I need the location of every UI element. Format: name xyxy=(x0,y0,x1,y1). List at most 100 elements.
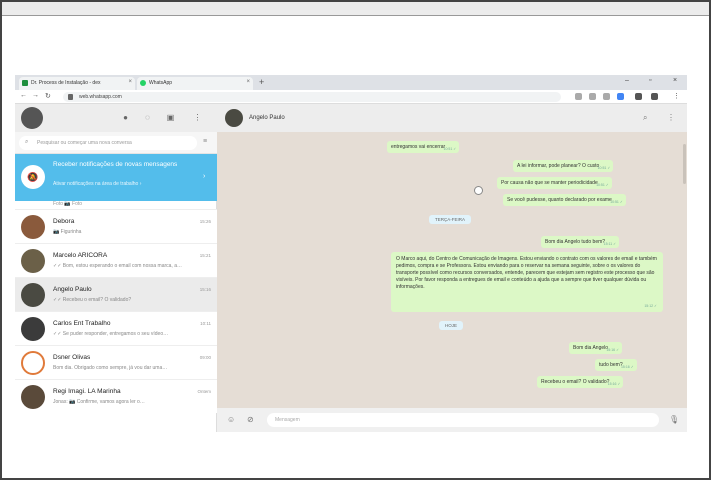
notification-bell-icon: 🔕 xyxy=(21,165,45,189)
new-tab-icon[interactable]: + xyxy=(259,77,264,87)
screenshot-frame: Dr. Process de Instalação - dex × WhatsA… xyxy=(0,0,711,480)
browser-menu-icon[interactable]: ⋮ xyxy=(673,92,680,100)
user-avatar[interactable] xyxy=(21,107,43,129)
message-bubble: O Marco aqui, do Centro de Comunicação d… xyxy=(391,252,663,312)
chat-preview: Jonas: 📷 Confirme, vamos agora ler o… xyxy=(53,399,145,405)
chat-time: Ontem xyxy=(197,389,211,394)
message-time: 15:16 ✓ xyxy=(606,348,620,352)
maximize-icon[interactable]: ▫ xyxy=(649,77,651,84)
chat-preview: ✓✓ Recebeu o email? O validado? xyxy=(53,297,132,303)
search-placeholder: Pesquisar ou começar uma nova conversa xyxy=(37,140,132,146)
whatsapp-favicon-icon xyxy=(140,80,146,86)
tab-close-icon[interactable]: × xyxy=(128,79,132,85)
list-item[interactable]: Dsner Olivas Bom dia. Obrigado como semp… xyxy=(15,345,217,379)
chat-name: Carlos Ent Trabalho xyxy=(53,320,111,327)
message-composer: ☺ ⊘ Mensagem 🎙 xyxy=(217,408,687,432)
avatar xyxy=(21,283,45,307)
browser-screenshot: Dr. Process de Instalação - dex × WhatsA… xyxy=(15,75,687,432)
search-icon: ⌕ xyxy=(25,139,29,145)
chat-time: 10:11 xyxy=(200,321,211,326)
day-separator: TERÇA-FEIRA xyxy=(429,215,472,224)
notification-banner[interactable]: 🔕 Receber notificações de novas mensagen… xyxy=(15,154,217,201)
search-icon[interactable]: ⌕ xyxy=(643,113,647,123)
message-bubble: Recebeu o email? O validado? 15:16 ✓ xyxy=(537,376,624,388)
conversation-header: Angelo Paulo ⌕ ⋮ xyxy=(217,104,687,132)
minimize-icon[interactable]: – xyxy=(625,77,629,84)
list-item[interactable]: Angelo Paulo ✓✓ Recebeu o email? O valid… xyxy=(15,277,217,311)
menu-icon[interactable]: ⋮ xyxy=(193,113,202,122)
microphone-icon[interactable]: 🎙 xyxy=(669,415,679,424)
list-item[interactable]: Regi Imagi. LA Marinha Jonas: 📷 Confirme… xyxy=(15,379,217,413)
message-bubble: Se você pudesse, quanto declarado por ex… xyxy=(503,194,626,206)
message-input[interactable]: Mensagem xyxy=(267,413,659,427)
reload-icon[interactable]: ↻ xyxy=(45,92,51,100)
chat-time: 15:21 xyxy=(199,253,211,258)
chat-name: Angelo Paulo xyxy=(53,286,92,293)
message-bubble: A lei informar, pode planear? O custo 10… xyxy=(513,160,614,172)
chat-time: 09:00 xyxy=(199,355,211,360)
conversation-panel: Angelo Paulo ⌕ ⋮ entregamos vai encerrar… xyxy=(217,104,687,432)
address-bar[interactable]: web.whatsapp.com xyxy=(63,92,561,102)
profile-icon[interactable] xyxy=(651,93,658,100)
browser-toolbar: ← → ↻ web.whatsapp.com ⋮ xyxy=(15,90,687,104)
chat-preview-partial: Foto 📷 Foto xyxy=(53,201,83,207)
menu-icon[interactable]: ⋮ xyxy=(667,113,675,122)
tab-close-icon[interactable]: × xyxy=(246,79,250,85)
emoji-icon[interactable]: ☺ xyxy=(227,415,235,424)
list-item[interactable]: Marcelo ARICORA ✓✓ Bom, estou esperando … xyxy=(15,243,217,277)
contact-name[interactable]: Angelo Paulo xyxy=(249,115,285,121)
avatar xyxy=(21,317,45,341)
notification-title: Receber notificações de novas mensagens xyxy=(53,161,178,168)
attach-icon[interactable]: ⊘ xyxy=(247,415,254,424)
message-text: Bom dia Angelo tudo bem? xyxy=(545,239,606,245)
radio-circle-icon[interactable] xyxy=(474,186,483,195)
close-window-icon[interactable]: × xyxy=(673,77,677,84)
message-text: O Marco aqui, do Centro de Comunicação d… xyxy=(396,256,657,290)
message-time: 15:12 ✓ xyxy=(644,304,657,308)
message-bubble: tudo bem? 15:16 ✓ xyxy=(595,359,637,371)
forward-icon[interactable]: → xyxy=(32,92,39,99)
avatar xyxy=(21,385,45,409)
tab-whatsapp[interactable]: WhatsApp × xyxy=(137,77,253,90)
tab-dex[interactable]: Dr. Process de Instalação - dex × xyxy=(19,77,135,90)
chat-preview: Bom dia. Obrigado como sempre, já vou da… xyxy=(53,365,168,371)
close-icon[interactable]: › xyxy=(203,173,205,180)
search-bar: ⌕ Pesquisar ou começar uma nova conversa… xyxy=(15,132,217,154)
message-time: 15:11 ✓ xyxy=(603,242,617,246)
message-text: Recebeu o email? O validado? xyxy=(541,379,610,385)
lock-icon xyxy=(68,94,73,100)
chat-preview: ✓✓ Bom, estou esperando o email com noss… xyxy=(53,263,182,269)
list-item[interactable]: Debora 📷 Figurinha 15:26 xyxy=(15,209,217,243)
search-input[interactable]: ⌕ Pesquisar ou começar uma nova conversa xyxy=(19,136,197,150)
message-time: 15:16 ✓ xyxy=(607,382,621,386)
chat-time: 15:16 xyxy=(199,287,211,292)
filter-icon[interactable]: ≡ xyxy=(203,138,207,145)
status-icon[interactable]: ◌ xyxy=(143,113,152,122)
chat-name: Regi Imagi. LA Marinha xyxy=(53,388,121,395)
chat-list-panel: ● ◌ ▣ ⋮ ⌕ Pesquisar ou começar uma nova … xyxy=(15,104,217,432)
extension-icon[interactable] xyxy=(603,93,610,100)
notification-subtitle[interactable]: Ativar notificações na área de trabalho … xyxy=(53,181,203,187)
list-item[interactable]: Carlos Ent Trabalho ✓✓ Se puder responde… xyxy=(15,311,217,345)
new-chat-icon[interactable]: ▣ xyxy=(166,113,175,122)
contact-avatar[interactable] xyxy=(225,109,243,127)
day-separator: HOJE xyxy=(439,321,464,330)
chat-time: 15:26 xyxy=(199,219,211,224)
back-icon[interactable]: ← xyxy=(20,92,27,99)
avatar xyxy=(21,351,45,375)
message-time: 10:51 ✓ xyxy=(610,200,623,204)
message-bubble: Bom dia Angelo 15:16 ✓ xyxy=(569,342,623,354)
chat-preview: ✓✓ Se puder responder, entregamos o seu … xyxy=(53,331,169,337)
avatar xyxy=(21,249,45,273)
scrollbar[interactable] xyxy=(683,144,686,184)
message-text: tudo bem? xyxy=(599,362,623,368)
message-placeholder: Mensagem xyxy=(275,417,300,423)
community-icon[interactable]: ● xyxy=(121,113,130,122)
message-text: A lei informar, pode planear? O custo xyxy=(517,163,600,169)
extension-icon[interactable] xyxy=(617,93,624,100)
extension-icon[interactable] xyxy=(575,93,582,100)
tab-label: WhatsApp xyxy=(149,80,173,86)
message-bubble: Por causa não que se manter periodicidad… xyxy=(497,177,612,189)
extension-icon[interactable] xyxy=(589,93,596,100)
extension-icon[interactable] xyxy=(635,93,642,100)
